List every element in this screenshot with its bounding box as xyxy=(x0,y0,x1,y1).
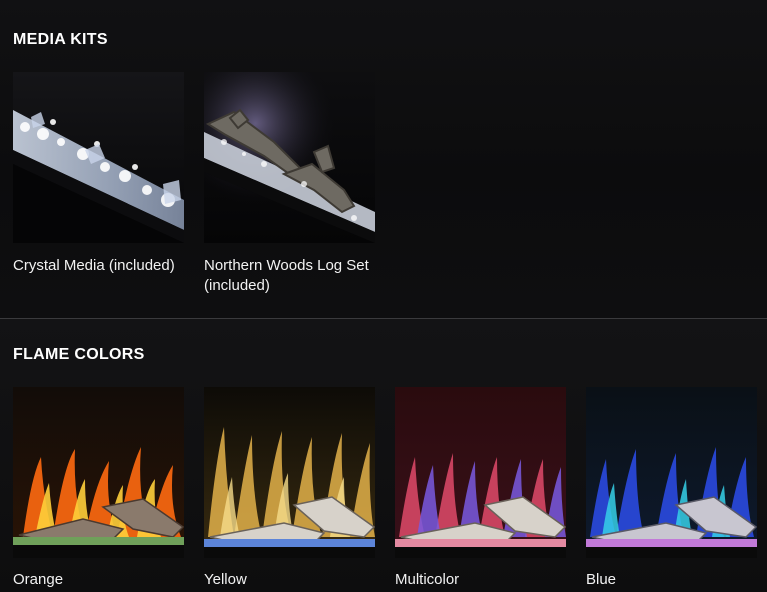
yellow-flame-image xyxy=(204,387,375,558)
log-set-image xyxy=(204,72,375,243)
flame-color-blue[interactable]: Blue xyxy=(586,387,757,590)
orange-flame-image xyxy=(13,387,184,558)
flame-color-yellow[interactable]: Yellow xyxy=(204,387,375,590)
flame-colors-heading: FLAME COLORS xyxy=(13,346,145,363)
flame-color-yellow-label: Yellow xyxy=(204,571,247,588)
media-kit-log-set[interactable]: Northern Woods Log Set (included) xyxy=(204,72,375,296)
flame-colors-section: FLAME COLORS Orange Yellow Multicolor Bl… xyxy=(0,319,767,592)
media-kit-log-set-label: Northern Woods Log Set (included) xyxy=(204,257,369,294)
multicolor-flame-image xyxy=(395,387,566,558)
flame-color-blue-label: Blue xyxy=(586,571,617,588)
flame-color-multicolor-label: Multicolor xyxy=(395,571,460,588)
flame-color-multicolor[interactable]: Multicolor xyxy=(395,387,566,590)
flame-color-orange-label: Orange xyxy=(13,571,64,588)
blue-flame-image xyxy=(586,387,757,558)
crystal-media-image xyxy=(13,72,184,243)
media-kits-heading: MEDIA KITS xyxy=(13,31,108,48)
flame-color-orange[interactable]: Orange xyxy=(13,387,184,590)
media-kits-section: MEDIA KITS Crystal Media (included) Nort… xyxy=(0,0,767,318)
media-kit-crystal[interactable]: Crystal Media (included) xyxy=(13,72,184,276)
media-kit-crystal-label: Crystal Media (included) xyxy=(13,257,175,274)
